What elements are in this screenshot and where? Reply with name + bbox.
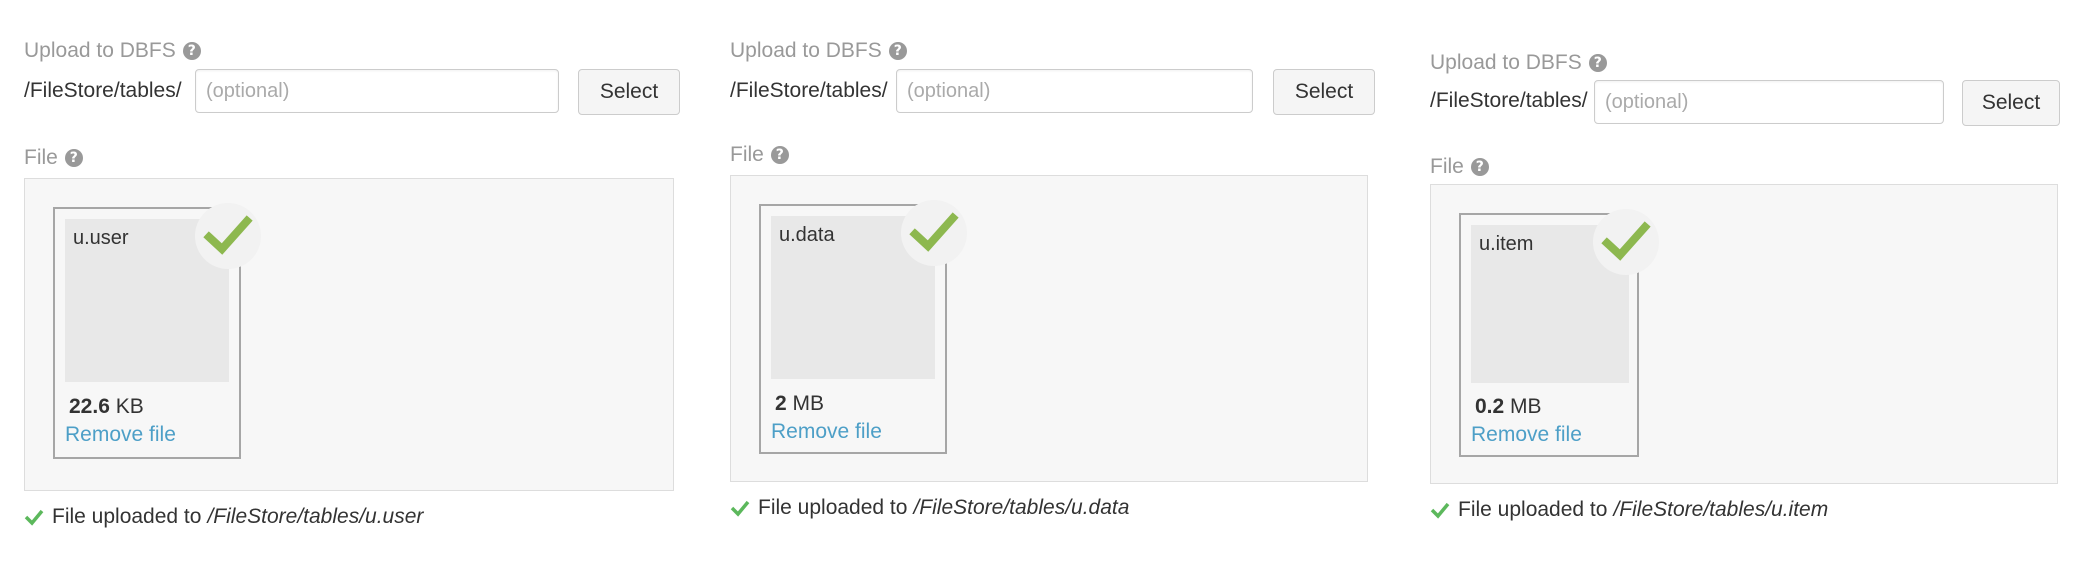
file-dropzone[interactable]: u.item 0.2 MB Remove file [1430, 184, 2058, 484]
file-dropzone[interactable]: u.user 22.6 KB Remove file [24, 178, 674, 491]
question-circle-icon[interactable]: ? [1588, 54, 1607, 72]
file-size-value: 2 [775, 392, 787, 415]
file-dropzone[interactable]: u.data 2 MB Remove file [730, 175, 1368, 482]
path-prefix: /FileStore/tables/ [1430, 89, 1588, 112]
uploaded-path: /FileStore/tables/u.data [913, 496, 1130, 519]
file-size-unit: KB [115, 395, 144, 418]
target-directory-input[interactable] [896, 69, 1253, 113]
upload-panel-user: Upload to DBFS ? /FileStore/tables/ Sele… [24, 36, 684, 576]
remove-file-link[interactable]: Remove file [1471, 423, 1582, 447]
upload-to-dbfs-label: Upload to DBFS ? [1430, 48, 1607, 78]
select-button[interactable]: Select [1962, 80, 2060, 126]
file-label-text: File [24, 146, 58, 169]
question-circle-icon[interactable]: ? [888, 42, 907, 60]
checkmark-icon [901, 200, 967, 266]
checkmark-icon [1593, 209, 1659, 275]
file-size: 0.2 MB [1475, 395, 1542, 419]
target-directory-input[interactable] [1594, 80, 1944, 124]
question-circle-icon[interactable]: ? [64, 149, 83, 167]
upload-label-text: Upload to DBFS [730, 39, 882, 62]
file-size: 22.6 KB [69, 395, 144, 419]
file-size-unit: MB [1510, 395, 1542, 418]
remove-file-link[interactable]: Remove file [65, 423, 176, 447]
file-name: u.data [779, 224, 835, 246]
file-preview-card: u.item 0.2 MB Remove file [1459, 209, 1659, 457]
file-label: File ? [24, 143, 83, 173]
file-name: u.item [1479, 233, 1534, 255]
file-label-text: File [730, 143, 764, 166]
remove-file-link[interactable]: Remove file [771, 420, 882, 444]
upload-status: File uploaded to /FileStore/tables/u.dat… [730, 493, 1129, 523]
checkmark-icon [1430, 501, 1450, 519]
file-label-text: File [1430, 155, 1464, 178]
path-prefix: /FileStore/tables/ [24, 79, 182, 102]
upload-panel-data: Upload to DBFS ? /FileStore/tables/ Sele… [730, 36, 1390, 576]
file-size-value: 0.2 [1475, 395, 1505, 418]
upload-status: File uploaded to /FileStore/tables/u.ite… [1430, 495, 1828, 525]
file-preview-card: u.data 2 MB Remove file [759, 200, 967, 454]
path-prefix: /FileStore/tables/ [730, 79, 888, 102]
file-size-value: 22.6 [69, 395, 110, 418]
upload-status: File uploaded to /FileStore/tables/u.use… [24, 502, 423, 532]
status-text: File uploaded to [52, 505, 202, 528]
uploaded-path: /FileStore/tables/u.user [207, 505, 424, 528]
select-button[interactable]: Select [578, 69, 680, 115]
file-name: u.user [73, 227, 129, 249]
upload-to-dbfs-label: Upload to DBFS ? [24, 36, 201, 66]
checkmark-icon [195, 203, 261, 269]
target-directory-input[interactable] [195, 69, 559, 113]
question-circle-icon[interactable]: ? [770, 146, 789, 164]
file-label: File ? [730, 140, 789, 170]
checkmark-icon [24, 508, 44, 526]
file-size-unit: MB [792, 392, 825, 415]
question-circle-icon[interactable]: ? [182, 42, 201, 60]
upload-label-text: Upload to DBFS [1430, 51, 1582, 74]
status-text: File uploaded to [1458, 498, 1608, 521]
upload-label-text: Upload to DBFS [24, 39, 176, 62]
file-size: 2 MB [775, 392, 824, 416]
upload-panel-item: Upload to DBFS ? /FileStore/tables/ Sele… [1430, 48, 2088, 588]
select-button[interactable]: Select [1273, 69, 1375, 115]
question-circle-icon[interactable]: ? [1470, 158, 1489, 176]
file-label: File ? [1430, 152, 1489, 182]
checkmark-icon [730, 499, 750, 517]
upload-to-dbfs-label: Upload to DBFS ? [730, 36, 907, 66]
uploaded-path: /FileStore/tables/u.item [1613, 498, 1829, 521]
status-text: File uploaded to [758, 496, 908, 519]
file-preview-card: u.user 22.6 KB Remove file [53, 203, 261, 459]
